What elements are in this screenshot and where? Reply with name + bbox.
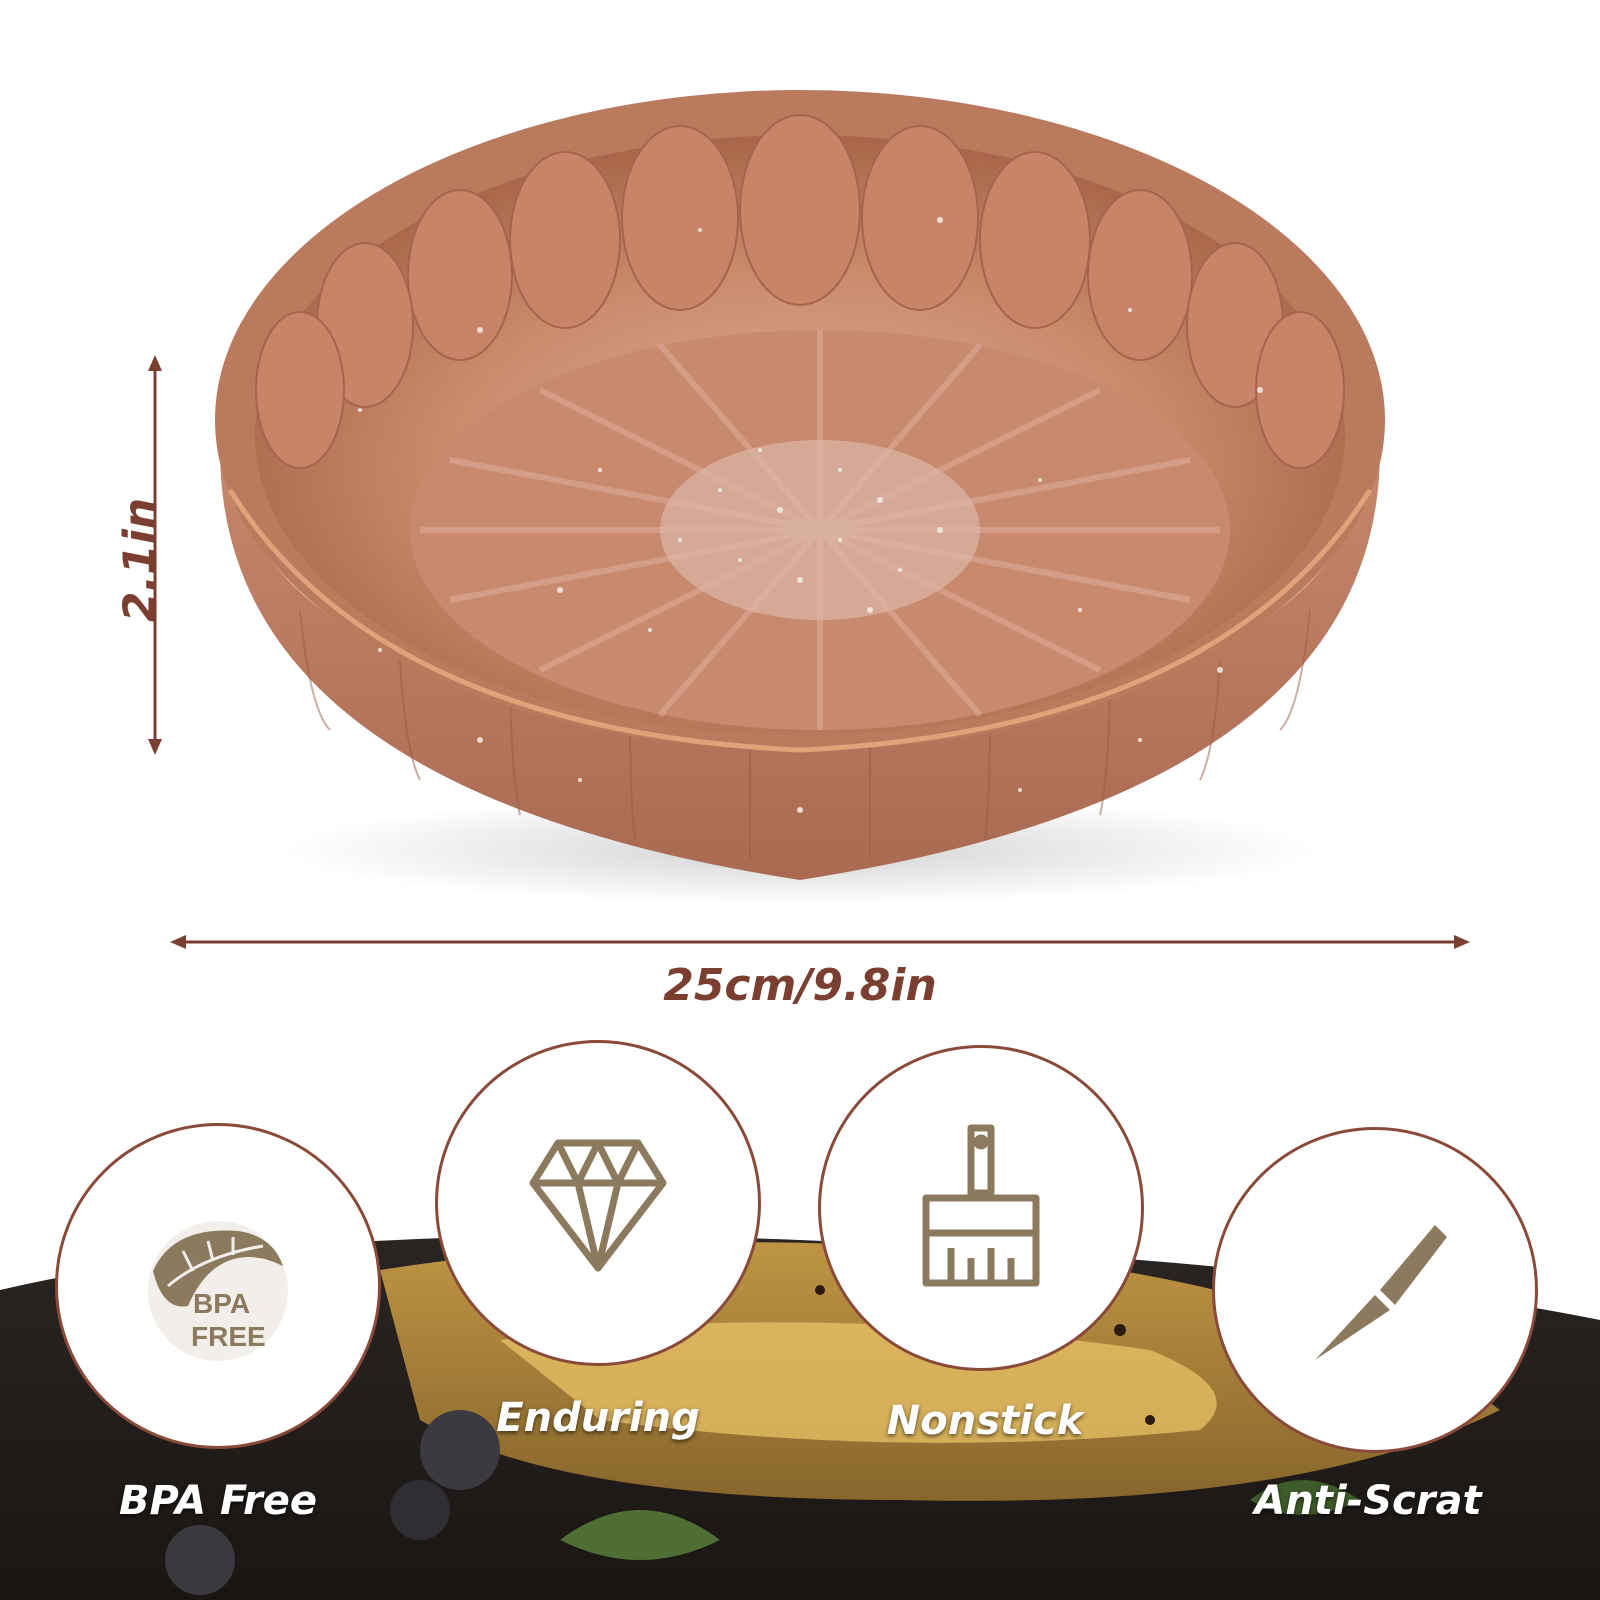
diamond-icon xyxy=(529,1139,667,1272)
height-label: 2.1in xyxy=(114,497,166,623)
product-infographic: 2.1in 25cm/9.8in BPA FREE BPA Free Endur… xyxy=(0,0,1600,1600)
feature-label-enduring: Enduring xyxy=(496,1395,700,1441)
cake-pan-image xyxy=(215,90,1385,905)
feature-circle: BPA FREE xyxy=(55,1123,381,1449)
brush-icon xyxy=(922,1124,1040,1287)
width-label: 25cm/9.8in xyxy=(663,960,937,1011)
knife-icon xyxy=(1315,1225,1447,1360)
bpa-free-leaf-icon: BPA FREE xyxy=(148,1221,288,1361)
bpa-badge-line1: BPA xyxy=(193,1288,250,1319)
feature-circle xyxy=(818,1045,1144,1371)
bpa-badge-line2: FREE xyxy=(191,1321,266,1352)
feature-label-anti-scrat: Anti-Scrat xyxy=(1254,1478,1482,1524)
width-dimension-arrow xyxy=(170,935,1470,949)
feature-label-bpa-free: BPA Free xyxy=(119,1478,317,1524)
feature-circle xyxy=(435,1040,761,1366)
feature-label-nonstick: Nonstick xyxy=(886,1398,1084,1444)
feature-circle xyxy=(1212,1127,1538,1453)
